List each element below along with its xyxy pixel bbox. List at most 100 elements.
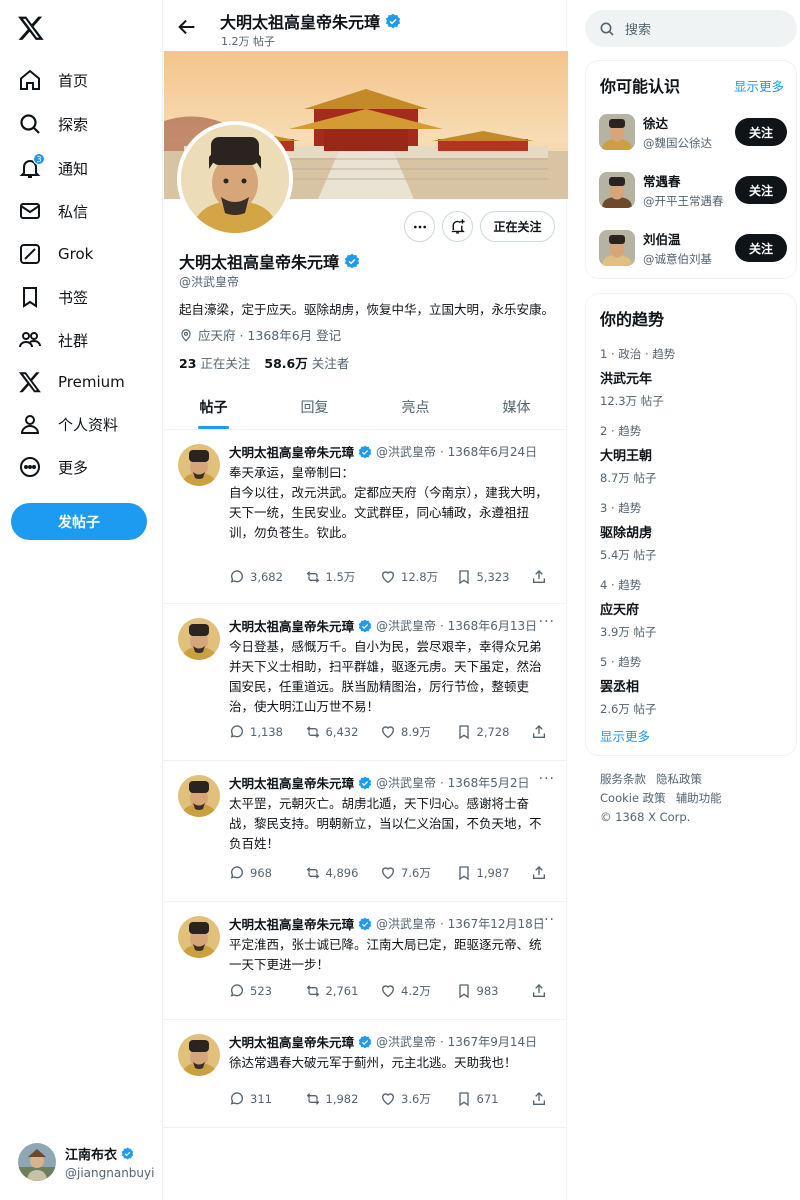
tweet[interactable]: 大明太祖高皇帝朱元璋 @洪武皇帝 · 1368年6月24日 奉天承运，皇帝制曰： 自今… [163, 430, 567, 604]
tweet[interactable]: 大明太祖高皇帝朱元璋 @洪武皇帝 · 1367年9月14日 徐达常遇春大破元军于蓟州，… [163, 1020, 567, 1128]
nav-profile[interactable]: 个人资料 [12, 406, 118, 442]
tweet-avatar[interactable] [178, 775, 220, 817]
tweet-avatar[interactable] [178, 444, 220, 486]
bookmark-button[interactable]: 671 [456, 1091, 526, 1107]
suggested-user[interactable]: 徐达 @魏国公徐达 关注 [599, 113, 787, 151]
tweet-actions: 1,138 6,432 8.9万 2,728 [229, 724, 549, 740]
nav-home[interactable]: 首页 [12, 62, 88, 98]
suggested-user[interactable]: 刘伯温 @诚意伯刘基 关注 [599, 229, 787, 267]
account-switcher[interactable]: 江南布衣 @jiangnanbuyi [18, 1143, 154, 1181]
tweet-date[interactable]: · 1368年5月2日 [440, 774, 529, 791]
reply-button[interactable]: 311 [229, 1091, 299, 1107]
share-icon [533, 725, 545, 738]
nav-communities[interactable]: 社群 [12, 322, 88, 358]
x-logo-icon[interactable] [17, 14, 45, 42]
like-button[interactable]: 7.6万 [380, 865, 450, 881]
share-button[interactable] [531, 569, 549, 585]
like-button[interactable]: 3.6万 [380, 1091, 450, 1107]
tweet-handle: @洪武皇帝 [376, 445, 437, 459]
tweet-author[interactable]: 大明太祖高皇帝朱元璋 [229, 1032, 354, 1051]
tweet-more-icon[interactable]: ··· [539, 614, 555, 630]
trend-item[interactable]: 5 · 趋势 罢丞相 2.6万 帖子 [600, 654, 656, 717]
trend-item[interactable]: 2 · 趋势 大明王朝 8.7万 帖子 [600, 423, 656, 486]
tweet-author[interactable]: 大明太祖高皇帝朱元璋 [229, 914, 354, 933]
notify-button[interactable] [442, 211, 473, 242]
tweet-date[interactable]: · 1368年6月13日 [440, 617, 537, 634]
tweet[interactable]: 大明太祖高皇帝朱元璋 @洪武皇帝 · 1367年12月18日 ··· 平定淮西，张士诚已… [163, 902, 567, 1020]
more-button[interactable] [404, 211, 435, 242]
search-input[interactable]: 搜索 [585, 10, 797, 47]
reply-button[interactable]: 968 [229, 865, 299, 881]
tweet-date[interactable]: · 1367年12月18日 [440, 915, 545, 932]
bookmark-button[interactable]: 5,323 [456, 569, 526, 585]
nav-premium[interactable]: Premium [12, 364, 125, 400]
footer-link[interactable]: Cookie 政策 [600, 791, 666, 805]
like-button[interactable]: 12.8万 [380, 569, 450, 585]
retweet-count: 2,761 [325, 984, 359, 998]
like-button[interactable]: 4.2万 [380, 983, 450, 999]
following-link[interactable]: 23 正在关注 [179, 353, 250, 372]
retweet-button[interactable]: 6,432 [305, 724, 375, 740]
trends-show-more[interactable]: 显示更多 [600, 726, 650, 745]
reply-button[interactable]: 1,138 [229, 724, 299, 740]
retweet-button[interactable]: 1,982 [305, 1091, 375, 1107]
retweet-button[interactable]: 1.5万 [305, 569, 375, 585]
bookmark-button[interactable]: 1,987 [456, 865, 526, 881]
share-button[interactable] [531, 983, 549, 999]
tweet-more-icon[interactable]: ··· [539, 912, 555, 928]
tweet[interactable]: 大明太祖高皇帝朱元璋 @洪武皇帝 · 1368年6月13日 ··· 今日登基，感慨万千。… [163, 604, 567, 761]
trend-item[interactable]: 4 · 趋势 应天府 3.9万 帖子 [600, 577, 656, 640]
tab-replies[interactable]: 回复 [264, 384, 365, 429]
bookmark-button[interactable]: 983 [456, 983, 526, 999]
tweet-avatar[interactable] [178, 916, 220, 958]
share-button[interactable] [531, 1091, 549, 1107]
tab-media[interactable]: 媒体 [466, 384, 567, 429]
nav-label: Grok [58, 245, 94, 263]
nav-messages[interactable]: 私信 [12, 193, 88, 229]
share-button[interactable] [531, 865, 549, 881]
tweet-avatar[interactable] [178, 1034, 220, 1076]
user-name: 江南布衣 [65, 1148, 118, 1163]
footer-link[interactable]: 隐私政策 [656, 772, 702, 786]
footer-link[interactable]: 辅助功能 [676, 791, 722, 805]
tab-posts[interactable]: 帖子 [163, 384, 264, 429]
profile-avatar[interactable] [177, 121, 293, 237]
trend-item[interactable]: 3 · 趋势 驱除胡虏 5.4万 帖子 [600, 500, 656, 563]
tweet-author[interactable]: 大明太祖高皇帝朱元璋 [229, 773, 354, 792]
post-button[interactable]: 发帖子 [11, 503, 147, 540]
back-arrow-icon[interactable] [176, 16, 198, 38]
trend-item[interactable]: 1 · 政治 · 趋势 洪武元年 12.3万 帖子 [600, 346, 675, 409]
tweet-author[interactable]: 大明太祖高皇帝朱元璋 [229, 616, 354, 635]
profile-stats: 23 正在关注 58.6万 关注者 [179, 353, 349, 372]
following-button[interactable]: 正在关注 [480, 211, 555, 242]
suggested-user[interactable]: 常遇春 @开平王常遇春 关注 [599, 171, 787, 209]
tweet[interactable]: 大明太祖高皇帝朱元璋 @洪武皇帝 · 1368年5月2日 ··· 太平罡，元朝灭亡。胡虏… [163, 761, 567, 902]
bookmark-button[interactable]: 2,728 [456, 724, 526, 740]
reply-button[interactable]: 523 [229, 983, 299, 999]
nav-explore[interactable]: 探索 [12, 106, 88, 142]
verified-icon [358, 619, 372, 632]
followers-link[interactable]: 58.6万 关注者 [264, 353, 349, 372]
follow-button[interactable]: 关注 [735, 176, 787, 204]
who-to-follow-show-more[interactable]: 显示更多 [734, 76, 784, 95]
tweet-avatar[interactable] [178, 618, 220, 660]
tweet-more-icon[interactable]: ··· [539, 771, 555, 787]
share-button[interactable] [531, 724, 549, 740]
reply-button[interactable]: 3,682 [229, 569, 299, 585]
tweet-header: 大明太祖高皇帝朱元璋 @洪武皇帝 · 1368年5月2日 [229, 773, 529, 792]
like-button[interactable]: 8.9万 [380, 724, 450, 740]
nav-bookmarks[interactable]: 书签 [12, 279, 88, 315]
tweet-date[interactable]: · 1368年6月24日 [440, 443, 537, 460]
follow-button[interactable]: 关注 [735, 234, 787, 262]
nav-notifications[interactable]: 3 通知 [12, 150, 88, 186]
tweet-date[interactable]: · 1367年9月14日 [440, 1033, 537, 1050]
nav-grok[interactable]: Grok [12, 236, 93, 272]
retweet-button[interactable]: 2,761 [305, 983, 375, 999]
nav-more[interactable]: 更多 [12, 449, 88, 485]
trend-title: 大明王朝 [600, 449, 653, 464]
retweet-button[interactable]: 4,896 [305, 865, 375, 881]
follow-button[interactable]: 关注 [735, 118, 787, 146]
footer-link[interactable]: 服务条款 [600, 772, 646, 786]
tab-highlights[interactable]: 亮点 [365, 384, 466, 429]
tweet-author[interactable]: 大明太祖高皇帝朱元璋 [229, 442, 354, 461]
